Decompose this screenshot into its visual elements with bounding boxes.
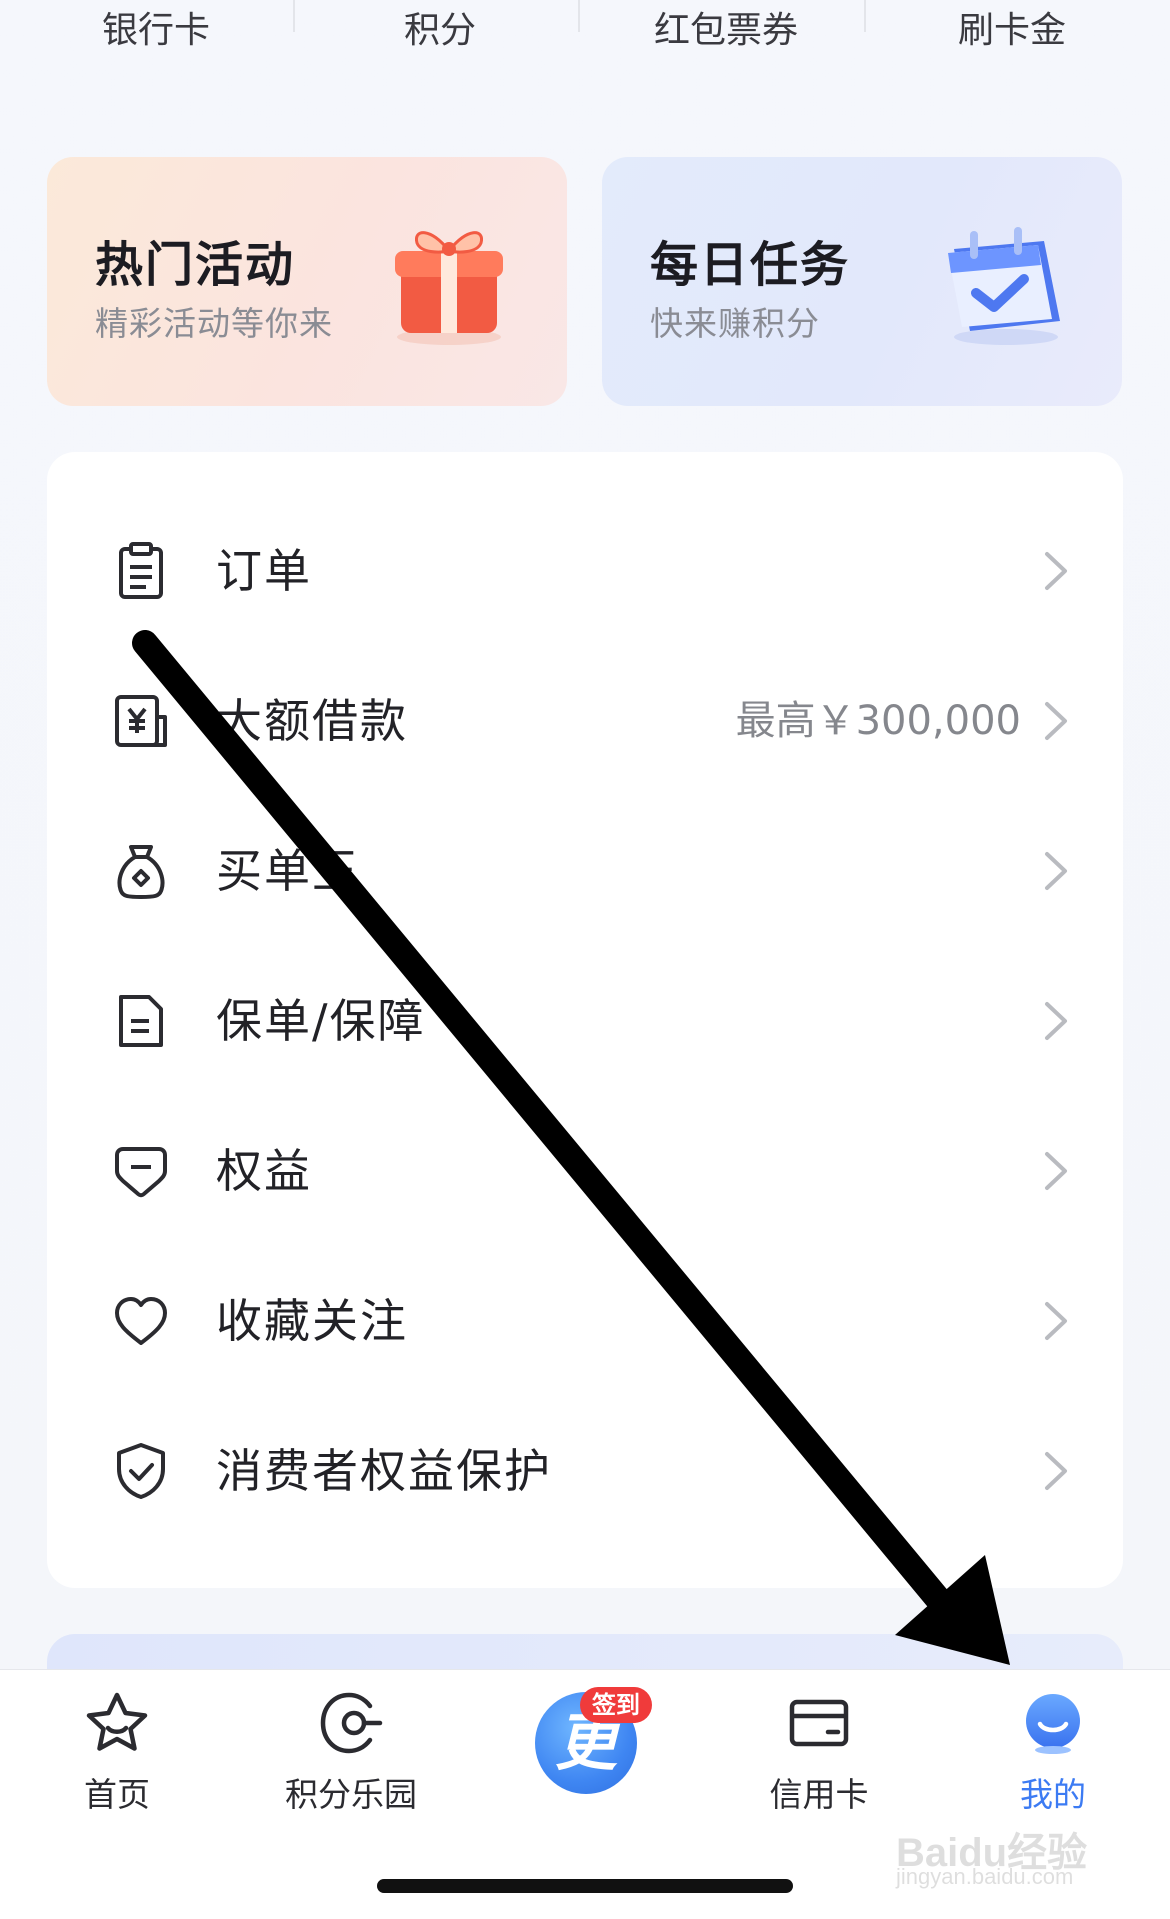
tab-home[interactable]: 首页	[0, 1670, 234, 1830]
menu-card: 订单 大额借款 最高￥300,000 买单王 保单/保障 权益 收藏关注 消费者…	[47, 452, 1123, 1588]
shortcut-card-cash[interactable]: 刷卡金	[912, 0, 1112, 62]
home-indicator[interactable]	[377, 1879, 793, 1893]
tab-label: 我的	[1020, 1775, 1086, 1814]
menu-item-consumer-protection[interactable]: 消费者权益保护	[47, 1396, 1123, 1546]
menu-item-label: 订单	[216, 544, 312, 598]
checkin-badge: 签到	[580, 1687, 652, 1723]
shortcut-coupons[interactable]: 红包票券	[626, 0, 826, 62]
shield-check-icon	[117, 1443, 165, 1499]
menu-item-rights[interactable]: 权益	[47, 1096, 1123, 1246]
divider	[864, 0, 866, 32]
promo-subtitle: 快来赚积分	[650, 304, 820, 343]
gift-icon	[395, 231, 503, 345]
promo-subtitle: 精彩活动等你来	[95, 304, 333, 343]
menu-item-label: 大额借款	[216, 694, 408, 748]
promo-hot-activities[interactable]: 热门活动 精彩活动等你来	[47, 157, 567, 406]
tab-label: 首页	[84, 1775, 150, 1814]
menu-item-label: 保单/保障	[216, 994, 426, 1048]
menu-item-label: 收藏关注	[216, 1294, 408, 1348]
divider	[578, 0, 580, 32]
clipboard-icon	[119, 542, 163, 599]
shortcut-bank-card[interactable]: 银行卡	[56, 0, 256, 62]
chevron-right-icon	[1045, 1452, 1067, 1490]
credit-card-icon	[789, 1699, 849, 1747]
promo-title: 热门活动	[95, 237, 296, 293]
rights-tag-icon	[115, 1147, 167, 1198]
tab-points-park[interactable]: 积分乐园	[234, 1670, 468, 1830]
chevron-right-icon	[1045, 552, 1067, 590]
money-bag-icon	[117, 845, 165, 899]
menu-item-large-loan[interactable]: 大额借款 最高￥300,000	[47, 646, 1123, 796]
chevron-right-icon	[1045, 1152, 1067, 1190]
star-icon	[86, 1692, 148, 1751]
heart-icon	[115, 1297, 167, 1345]
menu-item-label: 消费者权益保护	[216, 1444, 552, 1498]
tab-label: 积分乐园	[285, 1775, 417, 1814]
chevron-right-icon	[1045, 852, 1067, 890]
promo-title: 每日任务	[650, 237, 851, 293]
menu-item-favorites[interactable]: 收藏关注	[47, 1246, 1123, 1396]
menu-item-policy[interactable]: 保单/保障	[47, 946, 1123, 1096]
tab-mine[interactable]: 我的	[936, 1670, 1170, 1830]
points-park-icon	[320, 1692, 383, 1754]
shortcut-points[interactable]: 积分	[340, 0, 540, 62]
promo-daily-tasks[interactable]: 每日任务 快来赚积分	[602, 157, 1122, 406]
chevron-right-icon	[1045, 1002, 1067, 1040]
chevron-right-icon	[1045, 702, 1067, 740]
tab-label: 信用卡	[769, 1775, 869, 1814]
menu-item-label: 买单王	[216, 844, 360, 898]
menu-item-label: 权益	[216, 1144, 312, 1198]
menu-item-value: 最高￥300,000	[735, 698, 1021, 744]
tab-credit-card[interactable]: 信用卡	[702, 1670, 936, 1830]
watermark-url: jingyan.baidu.com	[896, 1864, 1074, 1889]
policy-document-icon	[119, 995, 163, 1047]
profile-icon	[1026, 1694, 1080, 1754]
menu-item-pay-king[interactable]: 买单王	[47, 796, 1123, 946]
menu-item-orders[interactable]: 订单	[47, 496, 1123, 646]
divider	[293, 0, 295, 32]
top-shortcut-row: 银行卡 积分 红包票券 刷卡金	[0, 0, 1170, 80]
chevron-right-icon	[1045, 1302, 1067, 1340]
loan-icon	[115, 695, 167, 747]
calendar-check-icon	[948, 227, 1060, 345]
